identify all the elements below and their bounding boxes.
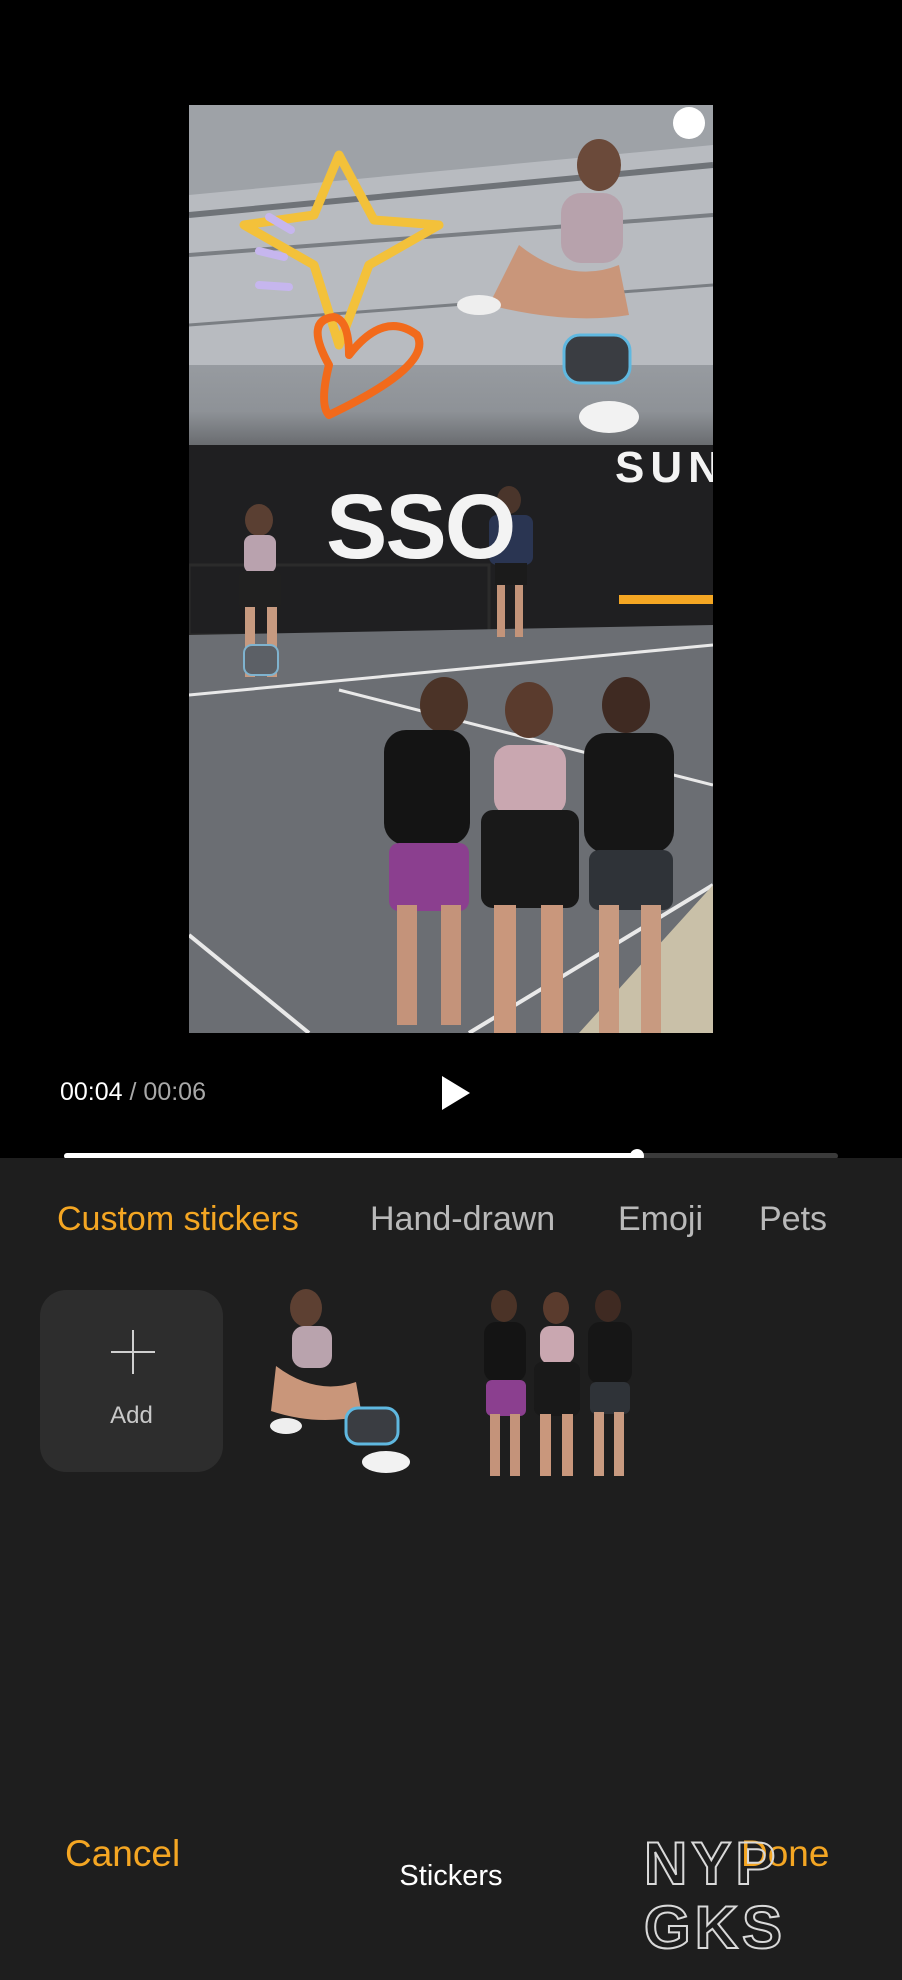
play-icon <box>442 1076 470 1110</box>
sun-sign: SUN <box>615 443 713 492</box>
video-area: SSO SUN 00:04 / 00:06 <box>0 0 902 1163</box>
add-sticker-button[interactable]: Add <box>40 1290 223 1472</box>
sticker-jumping-player[interactable] <box>266 1286 426 1478</box>
current-time: 00:04 <box>60 1078 123 1106</box>
svg-text:GKS: GKS <box>644 1894 786 1956</box>
sticker-image <box>484 1290 632 1476</box>
nypgks-watermark-logo: NYP GKS <box>643 1829 786 1956</box>
total-time: 00:06 <box>143 1078 206 1106</box>
tab-pets[interactable]: Pets <box>759 1200 827 1239</box>
play-button[interactable] <box>438 1074 472 1112</box>
svg-text:NYP: NYP <box>644 1830 779 1897</box>
plus-icon <box>111 1330 155 1374</box>
video-preview[interactable]: SSO SUN <box>189 105 713 1033</box>
tab-emoji[interactable]: Emoji <box>618 1200 703 1239</box>
tab-hand-drawn[interactable]: Hand-drawn <box>370 1200 555 1239</box>
sticker-three-players[interactable] <box>474 1286 644 1478</box>
tab-custom-stickers[interactable]: Custom stickers <box>57 1200 299 1239</box>
sso-sign: SSO <box>326 476 516 578</box>
time-separator: / <box>129 1078 137 1106</box>
sticker-image <box>270 1289 410 1473</box>
time-readout: 00:04 / 00:06 <box>60 1078 206 1107</box>
add-label: Add <box>110 1402 153 1429</box>
sticker-tabs: Custom stickers Hand-drawn Emoji Pets <box>0 1200 902 1256</box>
